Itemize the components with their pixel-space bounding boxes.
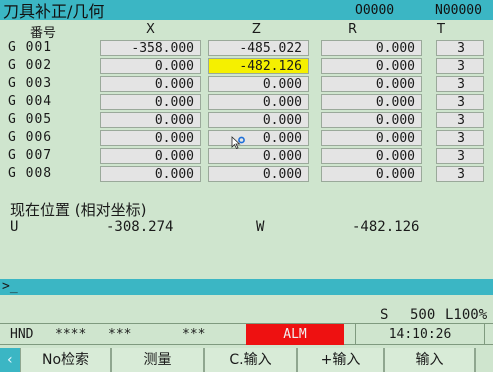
chevron-right-icon	[480, 352, 488, 368]
w-axis-label: W	[256, 219, 265, 235]
u-axis-value: -308.274	[106, 219, 174, 235]
row-id: G 008	[8, 166, 53, 181]
mouse-pointer-icon	[231, 136, 245, 150]
t-offset-cell[interactable]: 3	[436, 130, 484, 146]
x-offset-cell[interactable]: -358.000	[100, 40, 201, 56]
w-axis-value: -482.126	[352, 219, 420, 235]
row-id: G 005	[8, 112, 53, 127]
z-offset-cell[interactable]: 0.000	[208, 76, 309, 92]
x-offset-cell[interactable]: 0.000	[100, 58, 201, 74]
x-offset-cell[interactable]: 0.000	[100, 112, 201, 128]
t-offset-cell[interactable]: 3	[436, 112, 484, 128]
softkey-bar: ‹ No检索 测量 C.输入 +输入 输入	[0, 348, 493, 372]
t-offset-cell[interactable]: 3	[436, 40, 484, 56]
r-offset-cell[interactable]: 0.000	[321, 76, 422, 92]
r-offset-cell[interactable]: 0.000	[321, 166, 422, 182]
column-header-r: R	[348, 22, 358, 37]
program-number: O0000	[355, 2, 395, 18]
z-offset-cell-selected[interactable]: -482.126	[208, 58, 309, 74]
x-offset-cell[interactable]: 0.000	[100, 148, 201, 164]
column-header-z: Z	[252, 22, 261, 37]
t-offset-cell[interactable]: 3	[436, 76, 484, 92]
alarm-badge: ALM	[246, 324, 344, 345]
t-offset-cell[interactable]: 3	[436, 94, 484, 110]
z-offset-cell[interactable]: 0.000	[208, 94, 309, 110]
z-offset-cell[interactable]: 0.000	[208, 130, 309, 146]
t-offset-cell[interactable]: 3	[436, 58, 484, 74]
column-header-x: X	[146, 22, 155, 37]
z-offset-cell[interactable]: -485.022	[208, 40, 309, 56]
u-axis-label: U	[10, 219, 19, 235]
x-offset-cell[interactable]: 0.000	[100, 76, 201, 92]
mode-indicator: HND	[10, 327, 34, 342]
x-offset-cell[interactable]: 0.000	[100, 166, 201, 182]
screen-title: 刀具补正/几何	[3, 2, 105, 21]
t-offset-cell[interactable]: 3	[436, 148, 484, 164]
spindle-load: L100%	[445, 307, 488, 323]
t-offset-cell[interactable]: 3	[436, 166, 484, 182]
title-bar: 刀具补正/几何 O0000 N00000	[0, 0, 493, 21]
r-offset-cell[interactable]: 0.000	[321, 58, 422, 74]
row-id: G 003	[8, 76, 53, 91]
r-offset-cell[interactable]: 0.000	[321, 148, 422, 164]
r-offset-cell[interactable]: 0.000	[321, 40, 422, 56]
row-id: G 002	[8, 58, 53, 73]
status-field-1: ****	[55, 327, 87, 342]
x-offset-cell[interactable]: 0.000	[100, 94, 201, 110]
spindle-speed: 500	[410, 307, 436, 323]
clock: 14:10:26	[355, 324, 485, 345]
key-input-line[interactable]: >_	[0, 279, 493, 295]
softkey-input[interactable]: 输入	[384, 348, 475, 372]
softkey-plus-input[interactable]: +输入	[297, 348, 384, 372]
spindle-label: S	[380, 307, 389, 323]
softkey-measure[interactable]: 测量	[111, 348, 204, 372]
z-offset-cell[interactable]: 0.000	[208, 112, 309, 128]
softkey-c-input[interactable]: C.输入	[204, 348, 297, 372]
softkey-next-button[interactable]	[475, 348, 493, 372]
z-offset-cell[interactable]: 0.000	[208, 148, 309, 164]
row-id: G 007	[8, 148, 53, 163]
status-field-2: ***	[108, 327, 132, 342]
r-offset-cell[interactable]: 0.000	[321, 94, 422, 110]
softkey-no-search[interactable]: No检索	[20, 348, 111, 372]
r-offset-cell[interactable]: 0.000	[321, 130, 422, 146]
softkey-prev-button[interactable]: ‹	[0, 348, 20, 372]
r-offset-cell[interactable]: 0.000	[321, 112, 422, 128]
row-id: G 004	[8, 94, 53, 109]
row-id: G 001	[8, 40, 53, 55]
chevron-left-icon: ‹	[5, 352, 15, 368]
row-id: G 006	[8, 130, 53, 145]
sequence-number: N00000	[435, 2, 482, 18]
column-header-t: T	[437, 22, 445, 37]
z-offset-cell[interactable]: 0.000	[208, 166, 309, 182]
x-offset-cell[interactable]: 0.000	[100, 130, 201, 146]
status-field-3: ***	[182, 327, 206, 342]
status-bar: HND **** *** *** ALM 14:10:26	[0, 323, 493, 345]
position-title: 现在位置 (相对坐标)	[10, 201, 147, 219]
